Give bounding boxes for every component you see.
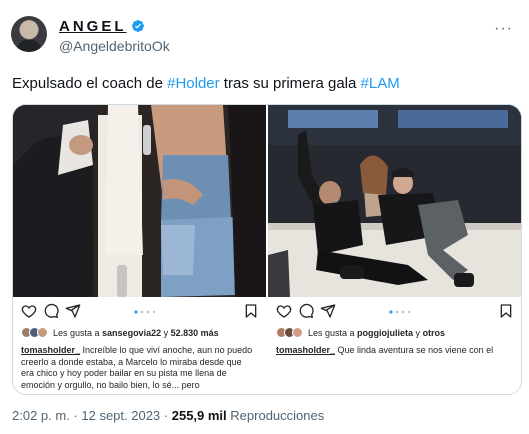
instagram-actions xyxy=(21,303,259,319)
likes-mid: y xyxy=(161,327,171,338)
likes-user[interactable]: poggiojulieta xyxy=(357,328,413,338)
likes-user[interactable]: sansegovia22 xyxy=(102,328,161,338)
share-icon[interactable] xyxy=(65,303,81,319)
liker-avatar xyxy=(37,327,48,338)
hashtag-holder[interactable]: #Holder xyxy=(167,75,220,92)
caption-text: Que linda aventura se nos viene con el xyxy=(335,345,494,355)
likes-text: Les gusta a poggiojulieta y otros xyxy=(308,328,445,338)
bookmark-icon[interactable] xyxy=(498,303,514,319)
media-image-left[interactable]: Les gusta a sansegovia22 y 52.830 más to… xyxy=(13,105,266,394)
likes-count[interactable]: otros xyxy=(423,328,446,338)
author-name-row: ANGEL xyxy=(59,17,145,35)
dance-studio-photo xyxy=(268,105,521,297)
likes-text: Les gusta a sansegovia22 y 52.830 más xyxy=(53,328,219,338)
heart-icon[interactable] xyxy=(276,303,292,319)
share-icon[interactable] xyxy=(320,303,336,319)
likes-summary: Les gusta a poggiojulieta y otros xyxy=(276,327,445,338)
media-image-right[interactable]: Les gusta a poggiojulieta y otros tomash… xyxy=(268,105,521,394)
heart-icon[interactable] xyxy=(21,303,37,319)
instagram-post-bar: Les gusta a sansegovia22 y 52.830 más to… xyxy=(13,297,266,394)
caption-user[interactable]: tomasholder_ xyxy=(276,345,335,355)
likes-prefix: Les gusta a xyxy=(53,327,103,338)
author-handle[interactable]: @AngeldebritoOk xyxy=(59,38,170,54)
carousel-dots xyxy=(134,310,156,314)
views-count: 255,9 mil xyxy=(171,408,227,423)
instagram-actions xyxy=(276,303,514,319)
bookmark-icon[interactable] xyxy=(243,303,259,319)
tweet-media: Les gusta a sansegovia22 y 52.830 más to… xyxy=(12,104,522,395)
more-dots-icon[interactable]: ··· xyxy=(494,20,513,38)
liker-avatars xyxy=(276,327,303,338)
separator: · xyxy=(160,408,172,423)
comment-icon[interactable] xyxy=(43,303,59,319)
separator: · xyxy=(69,408,82,423)
comment-icon[interactable] xyxy=(298,303,314,319)
tweet-footer: 2:02 p. m. · 12 sept. 2023 · 255,9 mil R… xyxy=(12,408,324,423)
author-avatar[interactable] xyxy=(11,16,47,52)
post-caption: tomasholder_ Increíble lo que viví anoch… xyxy=(21,345,257,391)
tweet-text-part: tras su primera gala xyxy=(219,75,361,92)
tweet-date[interactable]: 12 sept. 2023 xyxy=(81,408,160,423)
likes-count[interactable]: 52.830 más xyxy=(171,328,219,338)
liker-avatar xyxy=(292,327,303,338)
post-caption: tomasholder_ Que linda aventura se nos v… xyxy=(276,345,512,357)
verified-badge-icon xyxy=(131,20,144,32)
tweet-text-part: Expulsado el coach de xyxy=(12,75,168,92)
likes-mid: y xyxy=(413,327,423,338)
views-label: Reproducciones xyxy=(226,408,325,423)
liker-avatars xyxy=(21,327,48,338)
hashtag-lam[interactable]: #LAM xyxy=(361,75,400,92)
caption-user[interactable]: tomasholder_ xyxy=(21,345,80,355)
carousel-dots xyxy=(389,310,411,314)
author-display-name[interactable]: ANGEL xyxy=(59,18,127,35)
instagram-post-bar: Les gusta a poggiojulieta y otros tomash… xyxy=(268,297,521,394)
tweet-text: Expulsado el coach de #Holder tras su pr… xyxy=(12,74,400,94)
tweet-header: ANGEL @AngeldebritoOk ··· xyxy=(11,14,519,60)
likes-prefix: Les gusta a xyxy=(308,327,358,338)
likes-summary: Les gusta a sansegovia22 y 52.830 más xyxy=(21,327,219,338)
tweet-time[interactable]: 2:02 p. m. xyxy=(12,408,70,423)
dancers-photo xyxy=(13,105,266,297)
